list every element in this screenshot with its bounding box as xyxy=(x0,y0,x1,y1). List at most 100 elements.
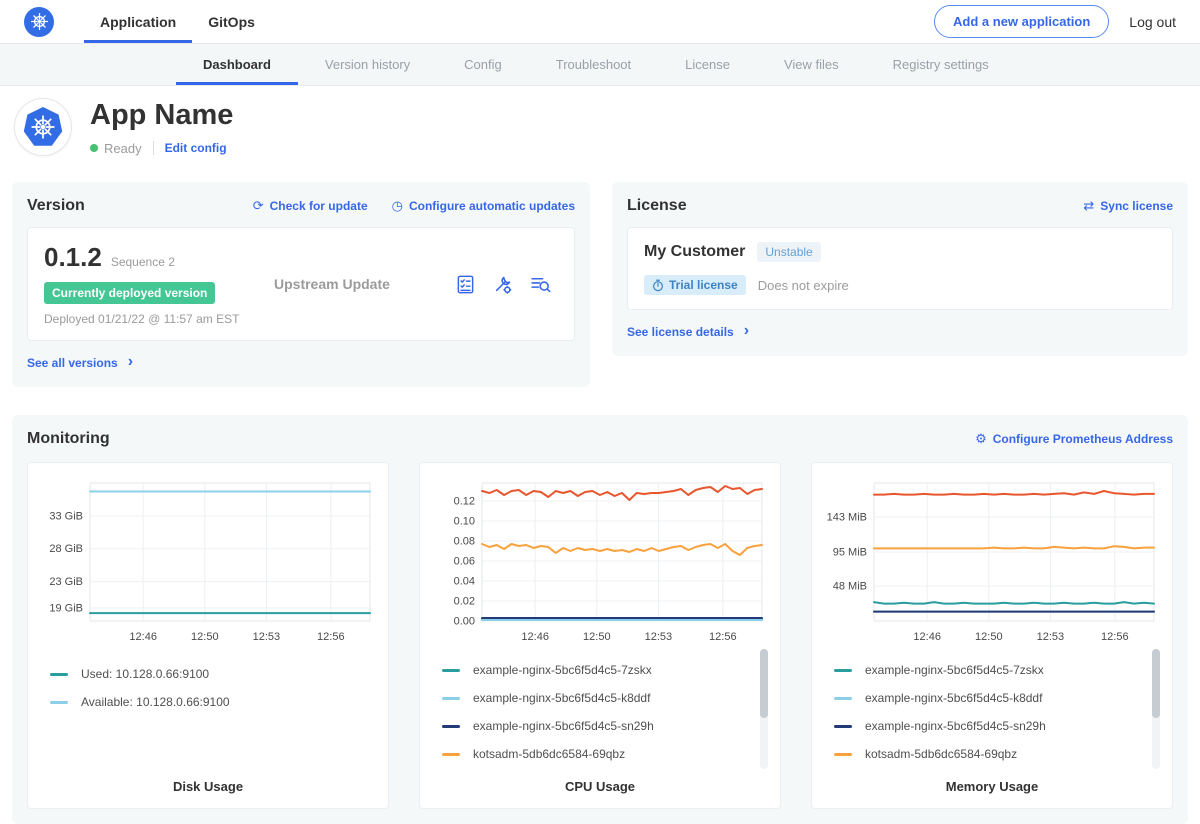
legend-swatch xyxy=(442,753,460,756)
legend-label: example-nginx-5bc6f5d4c5-k8ddf xyxy=(473,691,650,705)
license-expiry: Does not expire xyxy=(758,278,849,293)
svg-text:33 GiB: 33 GiB xyxy=(49,510,83,522)
legend-swatch xyxy=(834,753,852,756)
svg-text:0.10: 0.10 xyxy=(454,516,475,528)
tab-view-files[interactable]: View files xyxy=(757,44,866,85)
edit-config-link[interactable]: Edit config xyxy=(165,141,227,155)
preflight-checklist-icon[interactable] xyxy=(455,274,476,295)
version-number: 0.1.2 xyxy=(44,242,102,273)
app-header: App Name Ready Edit config xyxy=(0,86,1200,174)
legend-item: example-nginx-5bc6f5d4c5-7zskx xyxy=(442,663,770,677)
monitoring-title: Monitoring xyxy=(27,430,110,448)
top-tab-application[interactable]: Application xyxy=(84,0,192,43)
helm-wheel-icon xyxy=(30,114,56,140)
configure-prometheus-link[interactable]: ⚙ Configure Prometheus Address xyxy=(975,432,1173,447)
divider xyxy=(153,141,154,155)
version-card: Version ⟳ Check for update ◷ Configure a… xyxy=(12,182,590,387)
license-panel: My Customer Unstable Tria xyxy=(627,227,1173,310)
svg-text:12:56: 12:56 xyxy=(1101,631,1129,643)
disk-usage-legend: Used: 10.128.0.66:9100 Available: 10.128.… xyxy=(38,653,378,775)
legend-label: example-nginx-5bc6f5d4c5-7zskx xyxy=(865,663,1044,677)
deploy-logs-icon[interactable] xyxy=(529,274,552,295)
legend-label: example-nginx-5bc6f5d4c5-k8ddf xyxy=(865,691,1042,705)
cpu-usage-chart-card: 0.000.020.040.060.080.100.1212:4612:5012… xyxy=(419,462,781,809)
svg-text:12:50: 12:50 xyxy=(191,631,219,643)
cpu-usage-legend: example-nginx-5bc6f5d4c5-7zskx example-ng… xyxy=(430,649,770,775)
scrollbar-thumb[interactable] xyxy=(1152,649,1160,718)
refresh-icon: ⟳ xyxy=(253,199,264,214)
tab-dashboard[interactable]: Dashboard xyxy=(176,44,298,85)
memory-usage-title: Memory Usage xyxy=(822,779,1162,794)
svg-text:23 GiB: 23 GiB xyxy=(49,576,83,588)
sync-icon: ⇄ xyxy=(1083,199,1094,214)
license-card: License ⇄ Sync license My Customer Unsta… xyxy=(612,182,1188,356)
version-sequence: Sequence 2 xyxy=(111,255,175,269)
top-tab-gitops[interactable]: GitOps xyxy=(192,0,271,43)
svg-text:19 GiB: 19 GiB xyxy=(49,602,83,614)
sync-license-link[interactable]: ⇄ Sync license xyxy=(1083,199,1173,214)
tab-version-history[interactable]: Version history xyxy=(298,44,437,85)
tab-config[interactable]: Config xyxy=(437,44,529,85)
svg-text:12:53: 12:53 xyxy=(645,631,673,643)
version-card-title: Version xyxy=(27,197,85,215)
disk-usage-title: Disk Usage xyxy=(38,779,378,794)
legend-label: example-nginx-5bc6f5d4c5-sn29h xyxy=(865,719,1046,733)
legend-label: Used: 10.128.0.66:9100 xyxy=(81,667,209,681)
current-version-panel: 0.1.2 Sequence 2 Currently deployed vers… xyxy=(27,227,575,341)
charts-row: 19 GiB23 GiB28 GiB33 GiB12:4612:5012:531… xyxy=(27,462,1173,809)
svg-text:12:56: 12:56 xyxy=(317,631,345,643)
license-type-badge: Trial license xyxy=(644,275,746,295)
kubernetes-heptagon-icon xyxy=(23,107,63,147)
deployed-version-badge: Currently deployed version xyxy=(44,282,215,304)
see-all-versions-link[interactable]: See all versions xyxy=(27,354,133,372)
svg-text:0.06: 0.06 xyxy=(454,556,475,568)
svg-text:0.04: 0.04 xyxy=(454,576,475,588)
svg-text:0.08: 0.08 xyxy=(454,536,475,548)
status-text: Ready xyxy=(104,141,142,156)
tab-registry-settings[interactable]: Registry settings xyxy=(866,44,1016,85)
tab-license[interactable]: License xyxy=(658,44,757,85)
version-source: Upstream Update xyxy=(274,276,455,292)
legend-label: example-nginx-5bc6f5d4c5-sn29h xyxy=(473,719,654,733)
svg-text:12:50: 12:50 xyxy=(583,631,611,643)
clock-icon: ◷ xyxy=(392,199,403,214)
svg-text:0.02: 0.02 xyxy=(454,596,475,608)
svg-text:143 MiB: 143 MiB xyxy=(827,512,867,524)
legend-swatch xyxy=(50,673,68,676)
svg-text:12:53: 12:53 xyxy=(1037,631,1065,643)
memory-usage-chart-card: 48 MiB95 MiB143 MiB12:4612:5012:5312:56e… xyxy=(811,462,1173,809)
legend-swatch xyxy=(442,669,460,672)
legend-swatch xyxy=(50,701,68,704)
helm-wheel-icon xyxy=(30,12,49,31)
svg-text:12:46: 12:46 xyxy=(913,631,941,643)
gear-icon: ⚙ xyxy=(975,432,987,447)
cpu-usage-title: CPU Usage xyxy=(430,779,770,794)
legend-item: example-nginx-5bc6f5d4c5-k8ddf xyxy=(442,691,770,705)
check-for-update-link[interactable]: ⟳ Check for update xyxy=(253,199,368,214)
legend-label: kotsadm-5db6dc6584-69qbz xyxy=(473,747,625,761)
configure-automatic-updates-link[interactable]: ◷ Configure automatic updates xyxy=(392,199,575,214)
top-navbar: ApplicationGitOps Add a new application … xyxy=(0,0,1200,44)
app-subnav: DashboardVersion historyConfigTroublesho… xyxy=(0,44,1200,86)
config-wrench-icon[interactable] xyxy=(492,274,513,295)
customer-name: My Customer xyxy=(644,243,745,261)
scrollbar-thumb[interactable] xyxy=(760,649,768,718)
channel-badge: Unstable xyxy=(757,242,820,262)
deployed-timestamp: Deployed 01/21/22 @ 11:57 am EST xyxy=(44,312,274,326)
see-license-details-link[interactable]: See license details xyxy=(627,323,749,341)
legend-scrollbar[interactable] xyxy=(760,649,768,769)
legend-scrollbar[interactable] xyxy=(1152,649,1160,769)
add-application-button[interactable]: Add a new application xyxy=(934,5,1109,38)
kubernetes-logo[interactable] xyxy=(24,7,54,37)
tab-troubleshoot[interactable]: Troubleshoot xyxy=(529,44,658,85)
page-title: App Name xyxy=(90,100,233,132)
logout-link[interactable]: Log out xyxy=(1129,14,1176,30)
svg-text:12:56: 12:56 xyxy=(709,631,737,643)
svg-text:12:46: 12:46 xyxy=(521,631,549,643)
svg-text:12:46: 12:46 xyxy=(129,631,157,643)
legend-item: Available: 10.128.0.66:9100 xyxy=(50,695,378,709)
app-icon xyxy=(14,98,72,156)
disk-usage-plot: 19 GiB23 GiB28 GiB33 GiB12:4612:5012:531… xyxy=(38,473,378,647)
legend-item: Used: 10.128.0.66:9100 xyxy=(50,667,378,681)
legend-swatch xyxy=(442,697,460,700)
